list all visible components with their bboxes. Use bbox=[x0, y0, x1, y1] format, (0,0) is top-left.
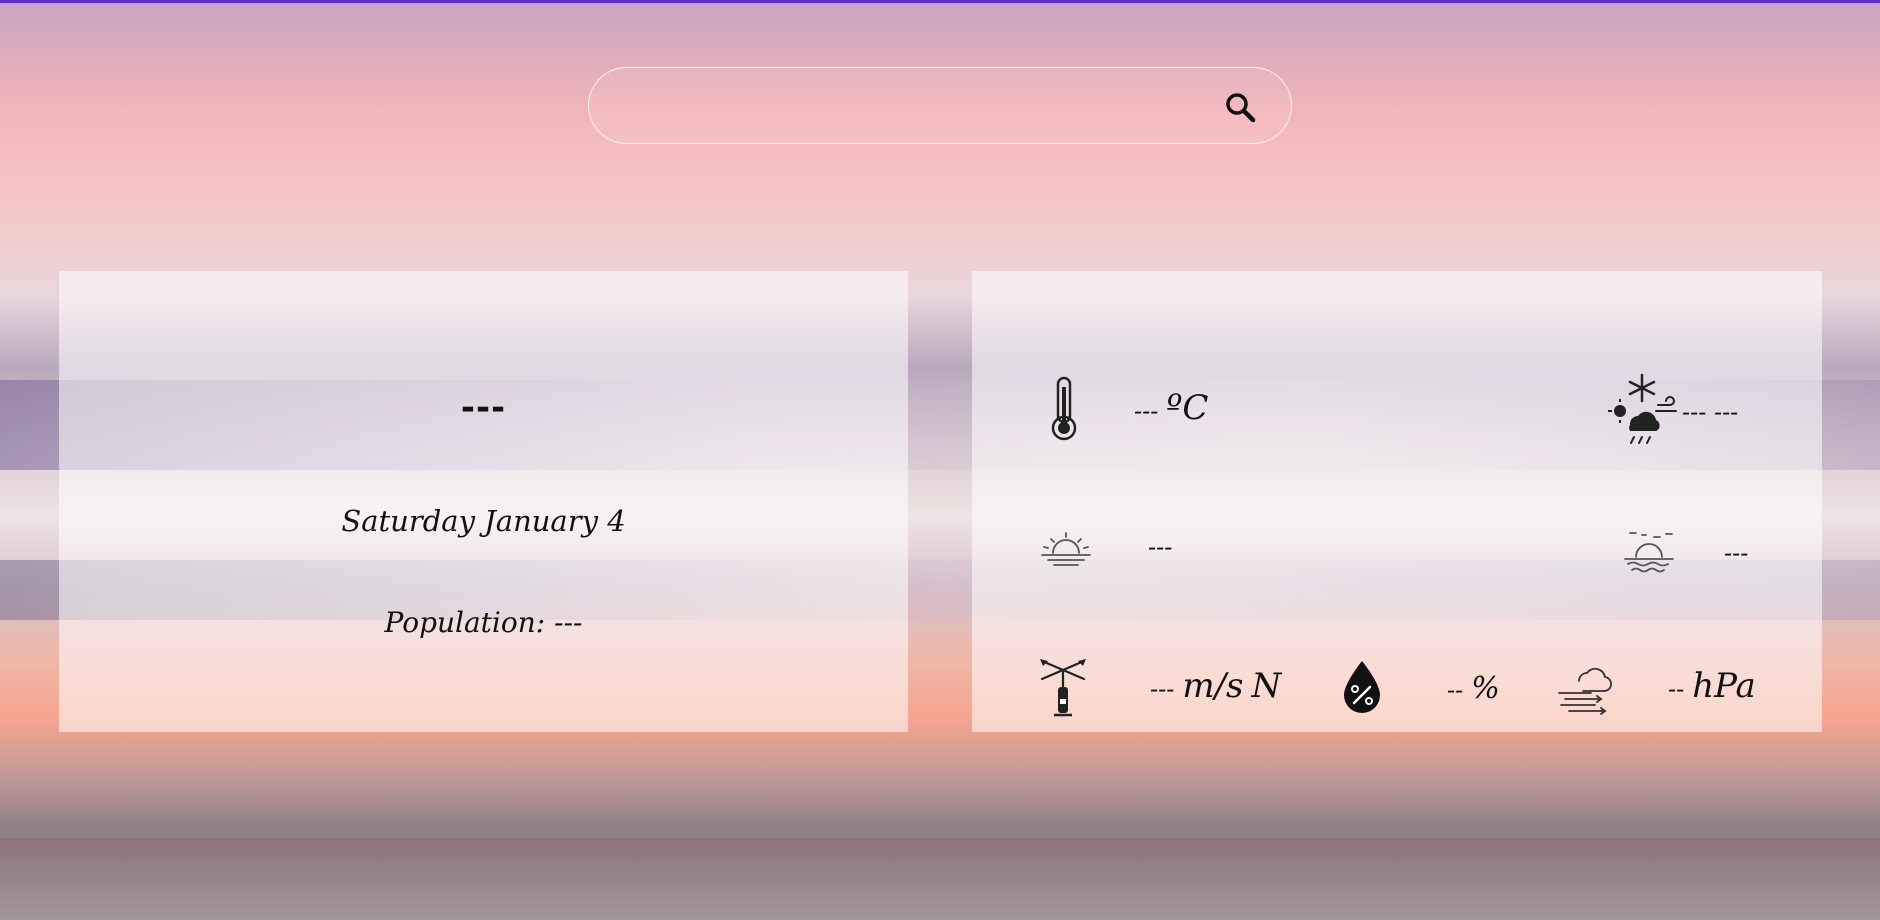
population-label: Population: bbox=[384, 606, 546, 639]
humidity-drop-icon bbox=[1340, 659, 1384, 715]
search-bar bbox=[588, 67, 1292, 144]
search-input[interactable] bbox=[619, 86, 1209, 126]
sunrise-icon bbox=[1038, 531, 1094, 567]
city-info-card: --- Saturday January 4 Population: --- bbox=[59, 271, 908, 732]
search-icon bbox=[1221, 93, 1261, 131]
population: Population: --- bbox=[59, 606, 908, 639]
current-date: Saturday January 4 bbox=[341, 504, 626, 538]
weather-info-card: --- ºC --- --- --- --- --- m/s N -- % --… bbox=[972, 271, 1822, 732]
horizon-sea bbox=[0, 838, 1880, 920]
pressure-readout: -- hPa bbox=[1668, 666, 1756, 706]
pressure-unit: hPa bbox=[1692, 666, 1756, 706]
humidity-value: -- bbox=[1447, 676, 1464, 704]
pressure-cloud-icon bbox=[1557, 661, 1613, 715]
humidity-readout: --% bbox=[1447, 671, 1500, 706]
wind-vane-icon bbox=[1038, 657, 1088, 717]
conditions-value: --- --- bbox=[1682, 398, 1739, 426]
sunset-value: --- bbox=[1724, 539, 1749, 567]
temperature-value: --- bbox=[1134, 397, 1159, 425]
humidity-unit: % bbox=[1471, 671, 1500, 706]
pressure-value: -- bbox=[1668, 675, 1685, 703]
wind-speed-value: --- bbox=[1150, 675, 1175, 703]
search-button[interactable] bbox=[1221, 88, 1261, 128]
sunset-icon bbox=[1622, 529, 1676, 573]
thermometer-icon bbox=[1048, 375, 1080, 441]
weather-conditions-icon bbox=[1606, 371, 1678, 447]
population-value: --- bbox=[554, 606, 583, 639]
city-name: --- bbox=[460, 388, 507, 428]
temperature-unit: ºC bbox=[1166, 388, 1209, 428]
temperature-readout: --- ºC bbox=[1134, 388, 1208, 428]
wind-speed-unit: m/s bbox=[1182, 666, 1244, 706]
wind-readout: --- m/s N bbox=[1150, 666, 1281, 706]
wind-direction: N bbox=[1251, 666, 1282, 706]
top-accent-line bbox=[0, 0, 1880, 3]
sunrise-value: --- bbox=[1148, 533, 1173, 561]
